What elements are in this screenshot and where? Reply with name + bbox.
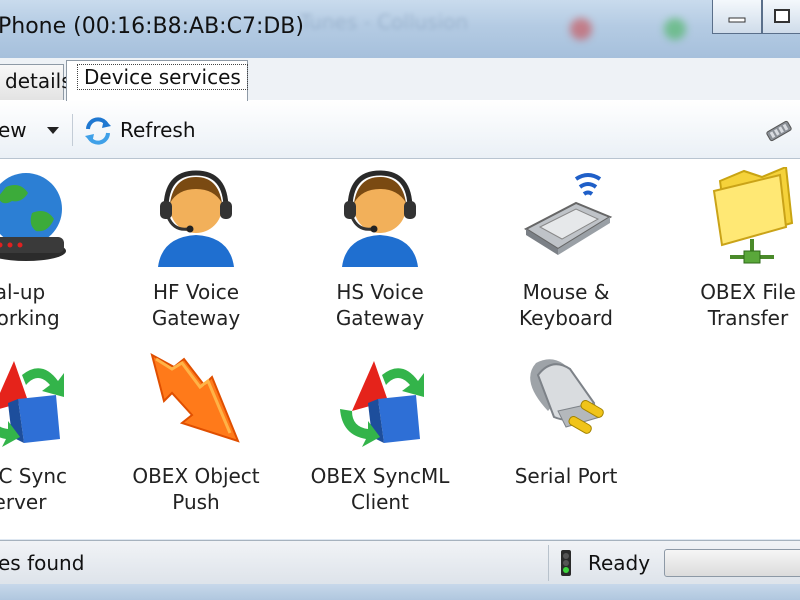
service-obex-object-push[interactable]: OBEX Object Push [106,351,286,521]
serial-plug-icon [530,359,604,434]
service-serial-port[interactable]: Serial Port [476,351,656,521]
service-label: Client [351,490,409,514]
window-title: Phone (00:16:B8:AB:C7:DB) [0,14,304,39]
service-irmc-sync-server[interactable]: rMC Sync erver [0,351,110,521]
minimize-icon [728,17,746,23]
ready-status: Ready [588,551,651,575]
traffic-light-icon [561,550,571,576]
service-hf-voice-gateway[interactable]: HF Voice Gateway [106,167,286,337]
maximize-icon [774,9,790,23]
service-label: erver [0,490,47,514]
service-hs-voice-gateway[interactable]: HS Voice Gateway [290,167,470,337]
service-label: Mouse & [522,280,610,304]
services-panel: al-up working HF Voice Gateway [0,159,800,539]
blurred-blob [664,18,686,40]
toolbar-separator [72,114,73,146]
tab-device-services[interactable]: Device services [66,60,248,101]
network-folder-icon [712,167,794,264]
headset-user-icon [342,170,418,267]
refresh-icon [85,117,111,145]
service-label: Push [172,490,220,514]
service-label: Gateway [151,306,241,330]
headset-user-icon [158,170,234,267]
title-bar[interactable]: Tunes - Collusion Phone (00:16:B8:AB:C7:… [0,0,800,59]
tab-strip: details Device services [0,58,800,101]
service-label: OBEX File [700,280,796,304]
sync-arrows-icon [0,361,64,447]
service-label: HF Voice [152,280,240,304]
service-label: HS Voice [336,280,424,304]
service-dialup-networking[interactable]: al-up working [0,167,110,337]
service-label: OBEX SyncML [310,464,450,488]
view-button[interactable]: ew [0,118,27,142]
push-arrow-icon [150,353,240,443]
service-label: al-up [0,280,46,304]
devices-found-text: es found [0,551,85,575]
service-mouse-keyboard[interactable]: Mouse & Keyboard [476,167,656,337]
service-label: Gateway [335,306,425,330]
device-status-icon[interactable] [764,120,794,142]
minimize-button[interactable] [712,0,762,34]
refresh-label: Refresh [120,118,196,142]
wireless-keyboard-icon [523,173,613,255]
status-separator [548,545,549,581]
window-bottom-border [0,584,800,600]
chevron-down-icon[interactable] [46,126,60,136]
service-label: rMC Sync [0,464,67,488]
service-label: Transfer [707,306,789,330]
service-label: Keyboard [518,306,613,330]
tab-details[interactable]: details [0,64,72,100]
service-obex-syncml-client[interactable]: OBEX SyncML Client [290,351,470,521]
globe-modem-icon [0,173,66,261]
service-label: OBEX Object [132,464,260,488]
background-window-text: Tunes - Collusion [300,10,469,34]
tab-label: details [5,69,72,93]
service-label: Serial Port [514,464,618,488]
service-label: working [0,306,60,330]
status-bar: es found Ready [0,540,800,585]
progress-bar [664,549,800,577]
sync-arrows-icon [340,361,424,447]
maximize-button[interactable] [762,0,800,34]
tab-label: Device services [77,64,248,90]
toolbar: ew Refresh [0,100,800,159]
refresh-button[interactable]: Refresh [80,112,204,148]
service-obex-file-transfer[interactable]: OBEX File Transfer [658,167,800,337]
blurred-blob [570,18,592,40]
